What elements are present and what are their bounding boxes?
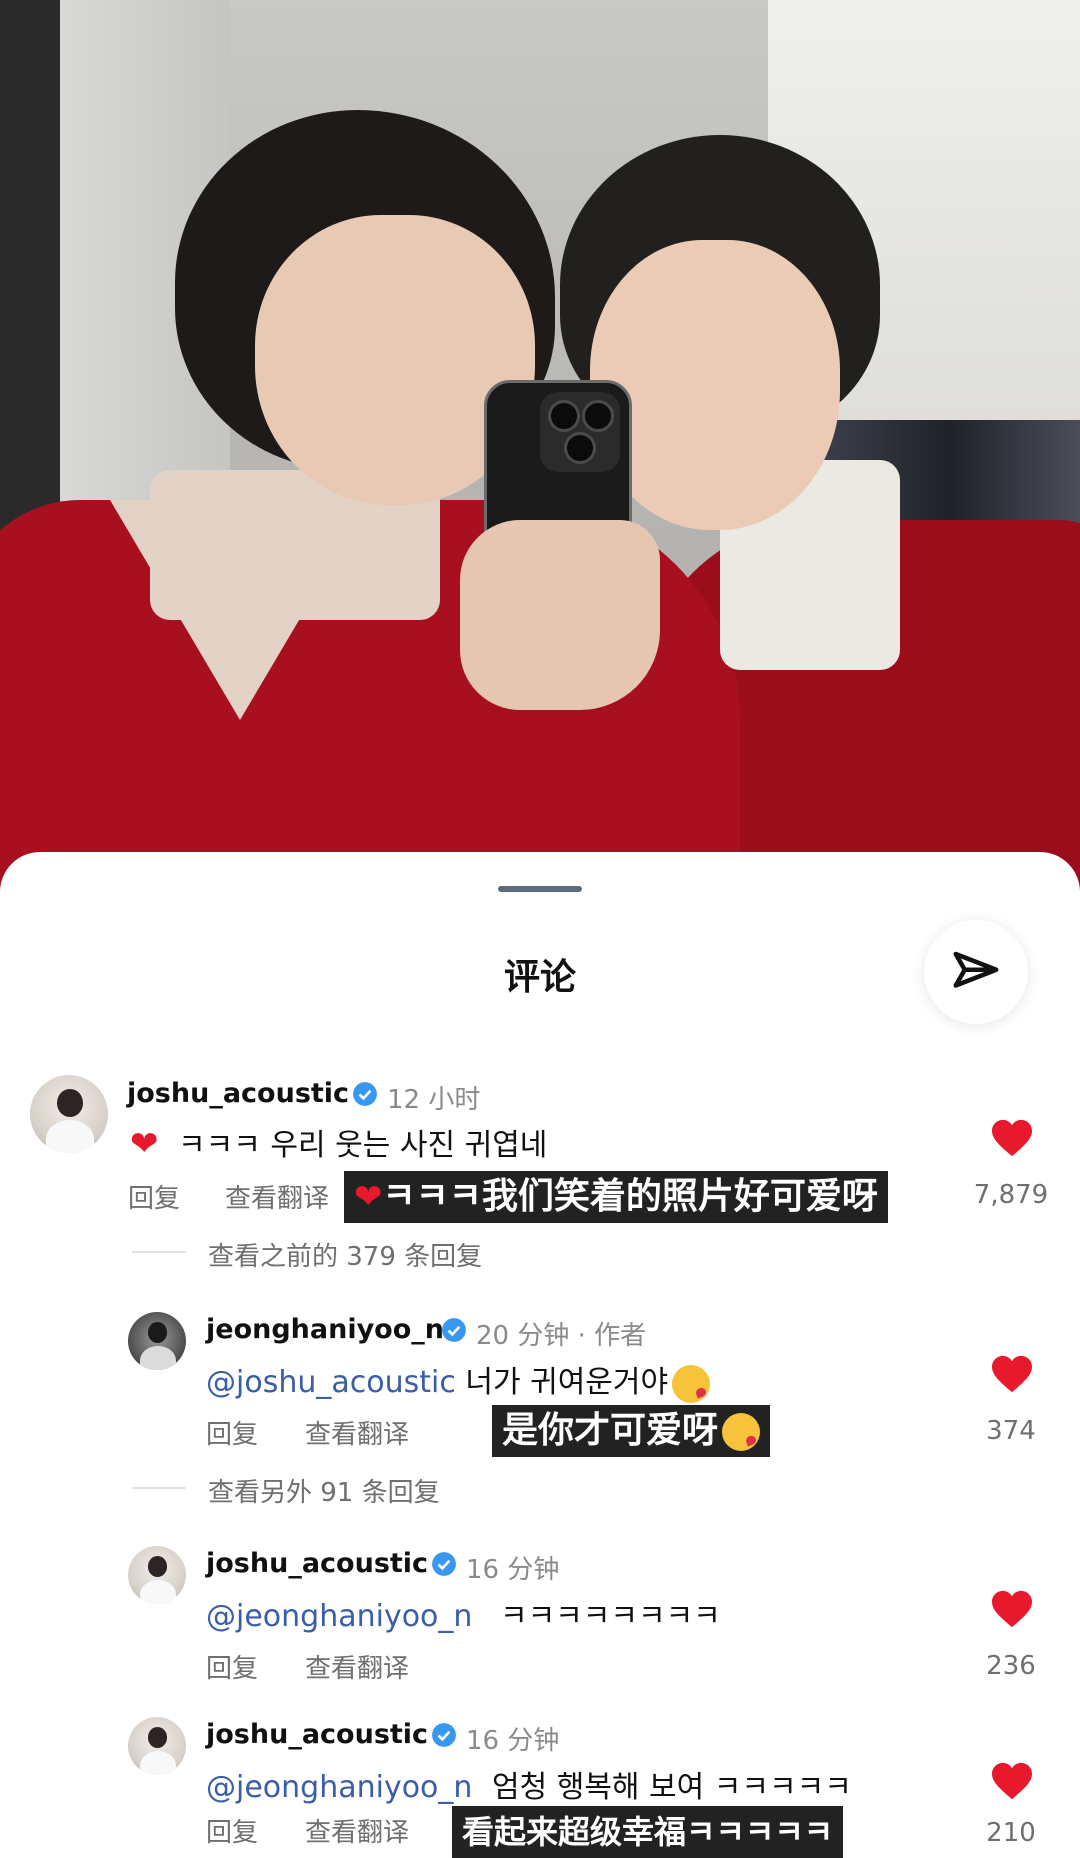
mention-link[interactable]: @joshu_acoustic	[206, 1365, 456, 1400]
like-button[interactable]	[977, 1118, 1047, 1162]
comment-text: @jeonghaniyoo_n ㅋㅋㅋㅋㅋㅋㅋㅋ	[206, 1599, 721, 1634]
like-count: 7,879	[973, 1180, 1049, 1210]
verified-badge-icon	[442, 1318, 466, 1342]
comment-username[interactable]: joshu_acoustic	[206, 1719, 428, 1750]
sheet-title: 评论	[503, 957, 576, 998]
avatar[interactable]	[128, 1546, 186, 1604]
mention-link[interactable]: @jeonghaniyoo_n	[206, 1599, 472, 1634]
reply-button[interactable]: 回复	[206, 1648, 258, 1685]
translation-caption: ❤ㅋㅋㅋ我们笑着的照片好可爱呀	[344, 1171, 888, 1223]
heart-icon	[992, 1762, 1032, 1800]
kiss-emoji	[672, 1364, 711, 1403]
comment-username[interactable]: joshu_acoustic	[206, 1548, 428, 1579]
view-replies-button[interactable]: 查看之前的 379 条回复	[208, 1236, 482, 1273]
like-button[interactable]	[977, 1589, 1047, 1633]
comment-username[interactable]: jeonghaniyoo_n	[206, 1314, 444, 1345]
avatar[interactable]	[128, 1312, 186, 1370]
post-photo	[0, 0, 1080, 900]
translate-button[interactable]: 查看翻译	[225, 1178, 329, 1215]
heart-icon	[992, 1355, 1032, 1393]
sheet-grab-handle[interactable]	[498, 886, 582, 892]
reply-button[interactable]: 回复	[206, 1414, 258, 1451]
translation-caption: 看起来超级幸福ㅋㅋㅋㅋㅋ	[452, 1806, 844, 1858]
like-button[interactable]	[977, 1354, 1047, 1398]
verified-badge-icon	[353, 1082, 377, 1106]
share-button[interactable]	[924, 920, 1028, 1024]
comment-text: @jeonghaniyoo_n 엄청 행복해 보여 ㅋㅋㅋㅋㅋ	[206, 1770, 852, 1805]
reply-button[interactable]: 回复	[128, 1178, 180, 1215]
comment-time: 12 小时	[387, 1085, 481, 1115]
kiss-emoji	[722, 1413, 761, 1451]
thread-line	[132, 1251, 186, 1253]
translate-button[interactable]: 查看翻译	[305, 1648, 409, 1685]
heart-icon	[992, 1590, 1032, 1628]
avatar[interactable]	[128, 1717, 186, 1775]
comment-time: 16 分钟	[466, 1555, 560, 1585]
verified-badge-icon	[432, 1552, 456, 1576]
mention-link[interactable]: @jeonghaniyoo_n	[206, 1770, 472, 1805]
comment-username[interactable]: joshu_acoustic	[127, 1078, 349, 1109]
verified-badge-icon	[432, 1723, 456, 1747]
comment-text: @joshu_acoustic 너가 귀여운거야	[206, 1357, 711, 1403]
heart-icon	[992, 1119, 1032, 1157]
reply-button[interactable]: 回复	[206, 1812, 258, 1849]
translation-caption: 是你才可爱呀	[492, 1405, 771, 1457]
comment-time: 20 分钟 · 作者	[476, 1321, 647, 1351]
avatar[interactable]	[30, 1075, 108, 1153]
thread-line	[132, 1487, 186, 1489]
comment-time: 16 分钟	[466, 1726, 560, 1756]
like-button[interactable]	[977, 1761, 1047, 1805]
heart-emoji: ❤	[130, 1124, 159, 1164]
like-count: 210	[986, 1818, 1036, 1848]
like-count: 236	[986, 1651, 1036, 1681]
heart-emoji: ❤	[354, 1177, 383, 1217]
like-count: 374	[986, 1416, 1036, 1446]
translate-button[interactable]: 查看翻译	[305, 1812, 409, 1849]
translate-button[interactable]: 查看翻译	[305, 1414, 409, 1451]
comment-text: ❤ ㅋㅋㅋ 우리 웃는 사진 귀엽네	[130, 1124, 548, 1164]
view-replies-button[interactable]: 查看另外 91 条回复	[208, 1472, 440, 1509]
paper-plane-icon	[953, 951, 999, 988]
